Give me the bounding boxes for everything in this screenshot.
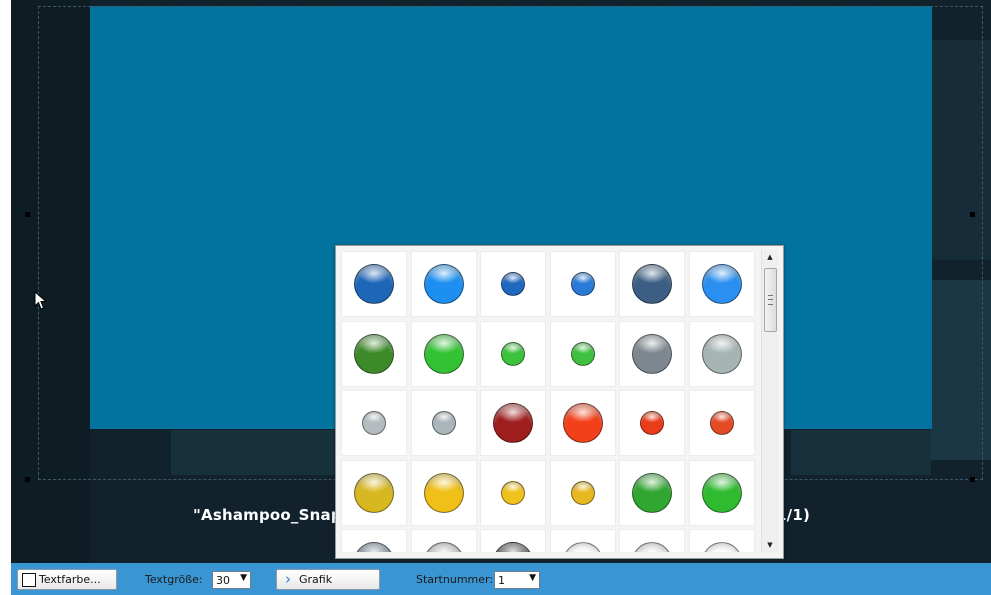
background-block xyxy=(791,430,931,475)
sphere-icon xyxy=(632,264,672,304)
chevron-right-icon: › xyxy=(285,570,291,588)
graphic-option[interactable] xyxy=(550,529,616,552)
sphere-icon xyxy=(710,411,734,435)
graphic-grid[interactable] xyxy=(340,250,760,552)
graphic-option[interactable] xyxy=(480,390,546,456)
sphere-icon xyxy=(563,542,603,552)
sphere-icon xyxy=(563,403,603,443)
sphere-icon xyxy=(501,272,525,296)
graphic-option[interactable] xyxy=(411,251,477,317)
scroll-down-icon[interactable]: ▼ xyxy=(762,538,778,552)
sphere-icon xyxy=(493,542,533,552)
background-block xyxy=(171,430,361,475)
graphic-option[interactable] xyxy=(341,251,407,317)
sphere-icon xyxy=(571,481,595,505)
graphic-option[interactable] xyxy=(411,529,477,552)
sphere-icon xyxy=(702,473,742,513)
sphere-icon xyxy=(354,542,394,552)
graphic-option[interactable] xyxy=(689,529,755,552)
color-swatch-icon xyxy=(22,573,36,587)
scroll-up-icon[interactable]: ▲ xyxy=(762,250,778,264)
scroll-thumb[interactable] xyxy=(764,268,777,332)
resize-handle[interactable] xyxy=(970,477,975,482)
sphere-icon xyxy=(702,264,742,304)
graphic-option[interactable] xyxy=(341,529,407,552)
graphic-option[interactable] xyxy=(619,460,685,526)
sphere-icon xyxy=(424,473,464,513)
graphic-option[interactable] xyxy=(411,390,477,456)
graphic-option[interactable] xyxy=(619,321,685,387)
graphic-option[interactable] xyxy=(689,321,755,387)
graphic-option[interactable] xyxy=(480,321,546,387)
bottom-toolbar: Textfarbe... Textgröße: 30 ▼ › Grafik St… xyxy=(11,563,991,595)
sphere-icon xyxy=(493,403,533,443)
text-size-value: 30 xyxy=(216,574,230,587)
graphic-option[interactable] xyxy=(411,321,477,387)
graphic-option[interactable] xyxy=(619,390,685,456)
sphere-icon xyxy=(640,411,664,435)
background-block xyxy=(931,280,991,460)
resize-handle[interactable] xyxy=(970,212,975,217)
start-number-label: Startnummer: xyxy=(416,573,494,586)
graphic-option[interactable] xyxy=(341,390,407,456)
sphere-icon xyxy=(632,542,672,552)
text-size-select[interactable]: 30 ▼ xyxy=(212,571,251,589)
graphic-option[interactable] xyxy=(480,251,546,317)
sphere-icon xyxy=(571,272,595,296)
graphic-option[interactable] xyxy=(619,529,685,552)
mouse-cursor-icon xyxy=(34,291,48,310)
graphic-option[interactable] xyxy=(689,251,755,317)
graphic-option[interactable] xyxy=(480,529,546,552)
graphic-option[interactable] xyxy=(550,390,616,456)
resize-handle[interactable] xyxy=(25,477,30,482)
start-number-value: 1 xyxy=(498,574,505,587)
sphere-icon xyxy=(632,334,672,374)
sphere-icon xyxy=(632,473,672,513)
graphic-option[interactable] xyxy=(689,390,755,456)
graphic-option[interactable] xyxy=(341,460,407,526)
sphere-icon xyxy=(432,411,456,435)
sphere-icon xyxy=(354,334,394,374)
picker-scrollbar[interactable]: ▲ ▼ xyxy=(761,250,778,552)
graphic-option[interactable] xyxy=(689,460,755,526)
sphere-icon xyxy=(501,342,525,366)
graphic-option[interactable] xyxy=(550,321,616,387)
caption-left: "Ashampoo_Snap_ xyxy=(193,506,350,524)
graphic-option[interactable] xyxy=(550,251,616,317)
dropdown-arrow-icon: ▼ xyxy=(529,573,536,583)
sphere-icon xyxy=(362,411,386,435)
dropdown-arrow-icon: ▼ xyxy=(240,573,247,583)
sphere-icon xyxy=(571,342,595,366)
resize-handle[interactable] xyxy=(25,212,30,217)
grip-icon xyxy=(768,295,773,305)
graphic-picker-popup[interactable]: ▲ ▼ xyxy=(335,245,784,559)
text-color-button[interactable]: Textfarbe... xyxy=(17,569,117,590)
text-size-label: Textgröße: xyxy=(145,573,203,586)
graphic-option[interactable] xyxy=(480,460,546,526)
sphere-icon xyxy=(354,264,394,304)
sphere-icon xyxy=(424,264,464,304)
graphic-option[interactable] xyxy=(619,251,685,317)
sphere-icon xyxy=(501,481,525,505)
graphic-button[interactable]: › Grafik xyxy=(276,569,380,590)
graphic-option[interactable] xyxy=(411,460,477,526)
sphere-icon xyxy=(354,473,394,513)
graphic-option[interactable] xyxy=(550,460,616,526)
sphere-icon xyxy=(424,334,464,374)
start-number-select[interactable]: 1 ▼ xyxy=(494,571,540,589)
background-block xyxy=(11,0,90,563)
sphere-icon xyxy=(702,334,742,374)
text-color-label: Textfarbe... xyxy=(39,573,101,586)
sphere-icon xyxy=(424,542,464,552)
graphic-label: Grafik xyxy=(299,573,333,586)
sphere-icon xyxy=(702,542,742,552)
graphic-option[interactable] xyxy=(341,321,407,387)
